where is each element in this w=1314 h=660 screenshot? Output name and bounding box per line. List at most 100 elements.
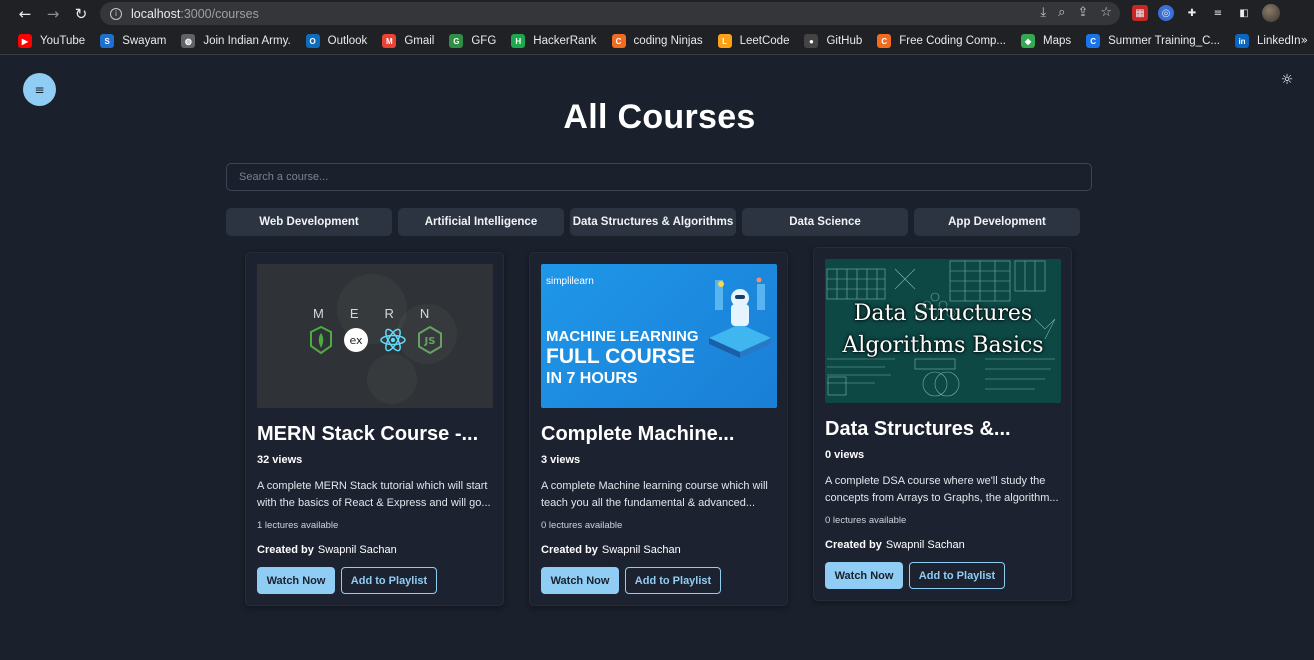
globe-icon: ◍ <box>181 34 196 48</box>
bookmark-item[interactable]: O Outlook <box>305 34 367 48</box>
creator-name: Swapnil Sachan <box>885 539 965 551</box>
codingninjas-icon: C <box>611 34 626 48</box>
mongodb-icon <box>310 326 332 354</box>
bookmark-item[interactable]: C Free Coding Comp... <box>877 34 1006 48</box>
add-to-playlist-button[interactable]: Add to Playlist <box>341 567 437 594</box>
extension-icon[interactable]: ◎ <box>1158 5 1174 21</box>
thumb-letter: N <box>419 306 431 321</box>
thumb-line: MACHINE LEARNING <box>546 328 699 345</box>
express-icon: ex <box>344 328 368 352</box>
bookmarks-bar: ▶ YouTube S Swayam ◍ Join Indian Army. O Outloo… <box>0 28 1314 55</box>
back-icon[interactable]: ← <box>15 4 35 24</box>
extension-icon[interactable]: ▦ <box>1132 5 1148 21</box>
hamburger-icon: ≡ <box>34 82 45 97</box>
bookmark-label: Join Indian Army. <box>203 35 291 47</box>
bookmark-label: GitHub <box>826 35 863 47</box>
bookmark-item[interactable]: ◆ Maps <box>1021 34 1071 48</box>
created-by-label: Created by <box>257 544 314 556</box>
creator-name: Swapnil Sachan <box>601 544 681 556</box>
bookmark-label: GFG <box>471 35 497 47</box>
course-description: A complete DSA course where we'll study … <box>825 475 1059 504</box>
outlook-icon: O <box>305 34 320 48</box>
forward-icon[interactable]: → <box>43 4 63 24</box>
watch-now-button[interactable]: Watch Now <box>541 567 619 594</box>
svg-text:ex: ex <box>349 334 363 347</box>
thumb-letter: E <box>349 306 360 321</box>
course-title[interactable]: Complete Machine... <box>541 423 734 446</box>
course-description: A complete Machine learning course which… <box>541 480 768 509</box>
created-by-label: Created by <box>825 539 882 551</box>
bookmark-item[interactable]: in LinkedIn <box>1235 34 1300 48</box>
thumb-line: IN 7 HOURS <box>546 370 638 387</box>
bookmark-label: YouTube <box>40 35 86 47</box>
category-button[interactable]: Data Structures & Algorithms <box>570 208 736 236</box>
robot-illustration <box>709 277 771 358</box>
bookmark-item[interactable]: ◍ Join Indian Army. <box>181 34 291 48</box>
address-bar[interactable]: i localhost:3000/courses ⤓ ⌕ ⇪ ☆ <box>100 2 1120 25</box>
created-by-label: Created by <box>541 544 598 556</box>
sidepanel-icon[interactable]: ◧ <box>1236 5 1252 21</box>
zoom-icon[interactable]: ⌕ <box>1058 5 1065 20</box>
dsa-pattern <box>826 260 1056 397</box>
thumb-letter: M <box>313 306 325 321</box>
course-thumbnail: simplilearn MACHINE LEARNING FULL COURSE… <box>541 264 777 408</box>
bookmark-item[interactable]: M Gmail <box>382 34 434 48</box>
url-path: :3000/courses <box>180 6 259 21</box>
share-icon[interactable]: ⇪ <box>1077 5 1088 20</box>
course-thumbnail: M E R N ex JS <box>257 264 493 408</box>
add-to-playlist-button[interactable]: Add to Playlist <box>909 562 1005 589</box>
search-input[interactable] <box>226 163 1092 191</box>
bookmark-label: LinkedIn <box>1257 35 1301 47</box>
bookmark-label: Gmail <box>404 35 435 47</box>
puzzle-icon[interactable]: ✚ <box>1184 5 1200 21</box>
thumb-letter: R <box>384 306 395 321</box>
category-button[interactable]: App Development <box>914 208 1080 236</box>
hackerrank-icon: H <box>511 34 526 48</box>
course-card: simplilearn MACHINE LEARNING FULL COURSE… <box>529 252 788 606</box>
swayam-icon: S <box>100 34 115 48</box>
course-creator: Created by Swapnil Sachan <box>257 544 397 556</box>
page: ≡ ☼ All Courses Web Development Artifici… <box>7 56 1307 660</box>
page-title: All Courses <box>563 98 756 136</box>
bookmark-item[interactable]: L LeetCode <box>717 34 790 48</box>
bookmark-item[interactable]: S Swayam <box>100 34 166 48</box>
watch-now-button[interactable]: Watch Now <box>257 567 335 594</box>
github-icon: ● <box>804 34 819 48</box>
bookmark-item[interactable]: H HackerRank <box>511 34 597 48</box>
add-to-playlist-button[interactable]: Add to Playlist <box>625 567 721 594</box>
course-title[interactable]: Data Structures &... <box>825 418 1011 441</box>
bookmark-label: Free Coding Comp... <box>899 35 1007 47</box>
bookmark-item[interactable]: ● GitHub <box>804 34 862 48</box>
bookmark-label: LeetCode <box>739 35 790 47</box>
gfg-icon: G <box>449 34 464 48</box>
media-icon[interactable]: ≡ <box>1210 5 1226 21</box>
info-icon[interactable]: i <box>110 7 122 20</box>
gmail-icon: M <box>382 34 397 48</box>
react-icon <box>380 328 406 352</box>
youtube-icon: ▶ <box>18 34 32 48</box>
bookmark-item[interactable]: ▶ YouTube <box>18 34 85 48</box>
course-views: 0 views <box>825 449 865 461</box>
course-description: A complete MERN Stack tutorial which wil… <box>257 480 491 509</box>
watch-now-button[interactable]: Watch Now <box>825 562 903 589</box>
thumb-line: Data Structures <box>853 301 1033 326</box>
category-button[interactable]: Web Development <box>226 208 392 236</box>
category-button[interactable]: Artificial Intelligence <box>398 208 564 236</box>
course-title[interactable]: MERN Stack Course -... <box>257 423 478 446</box>
category-button[interactable]: Data Science <box>742 208 908 236</box>
course-card: M E R N ex JS MERN Stack Course -... 32 … <box>245 252 504 606</box>
bookmarks-overflow-icon[interactable]: » <box>1301 33 1308 47</box>
install-icon[interactable]: ⤓ <box>1040 5 1046 20</box>
thumb-line: Algorithms Basics <box>842 333 1044 358</box>
bookmark-item[interactable]: G GFG <box>449 34 496 48</box>
course-creator: Created by Swapnil Sachan <box>541 544 681 556</box>
profile-avatar[interactable] <box>1262 4 1280 22</box>
bookmark-star-icon[interactable]: ☆ <box>1100 5 1112 20</box>
theme-toggle-icon[interactable]: ☼ <box>1279 72 1295 88</box>
c-icon: C <box>1086 34 1101 48</box>
bookmark-label: coding Ninjas <box>633 35 703 47</box>
url-host: localhost <box>131 6 181 21</box>
bookmark-item[interactable]: C Summer Training_C... <box>1086 34 1220 48</box>
bookmark-item[interactable]: Ccoding Ninjas <box>611 34 703 48</box>
reload-icon[interactable]: ↻ <box>71 4 91 24</box>
